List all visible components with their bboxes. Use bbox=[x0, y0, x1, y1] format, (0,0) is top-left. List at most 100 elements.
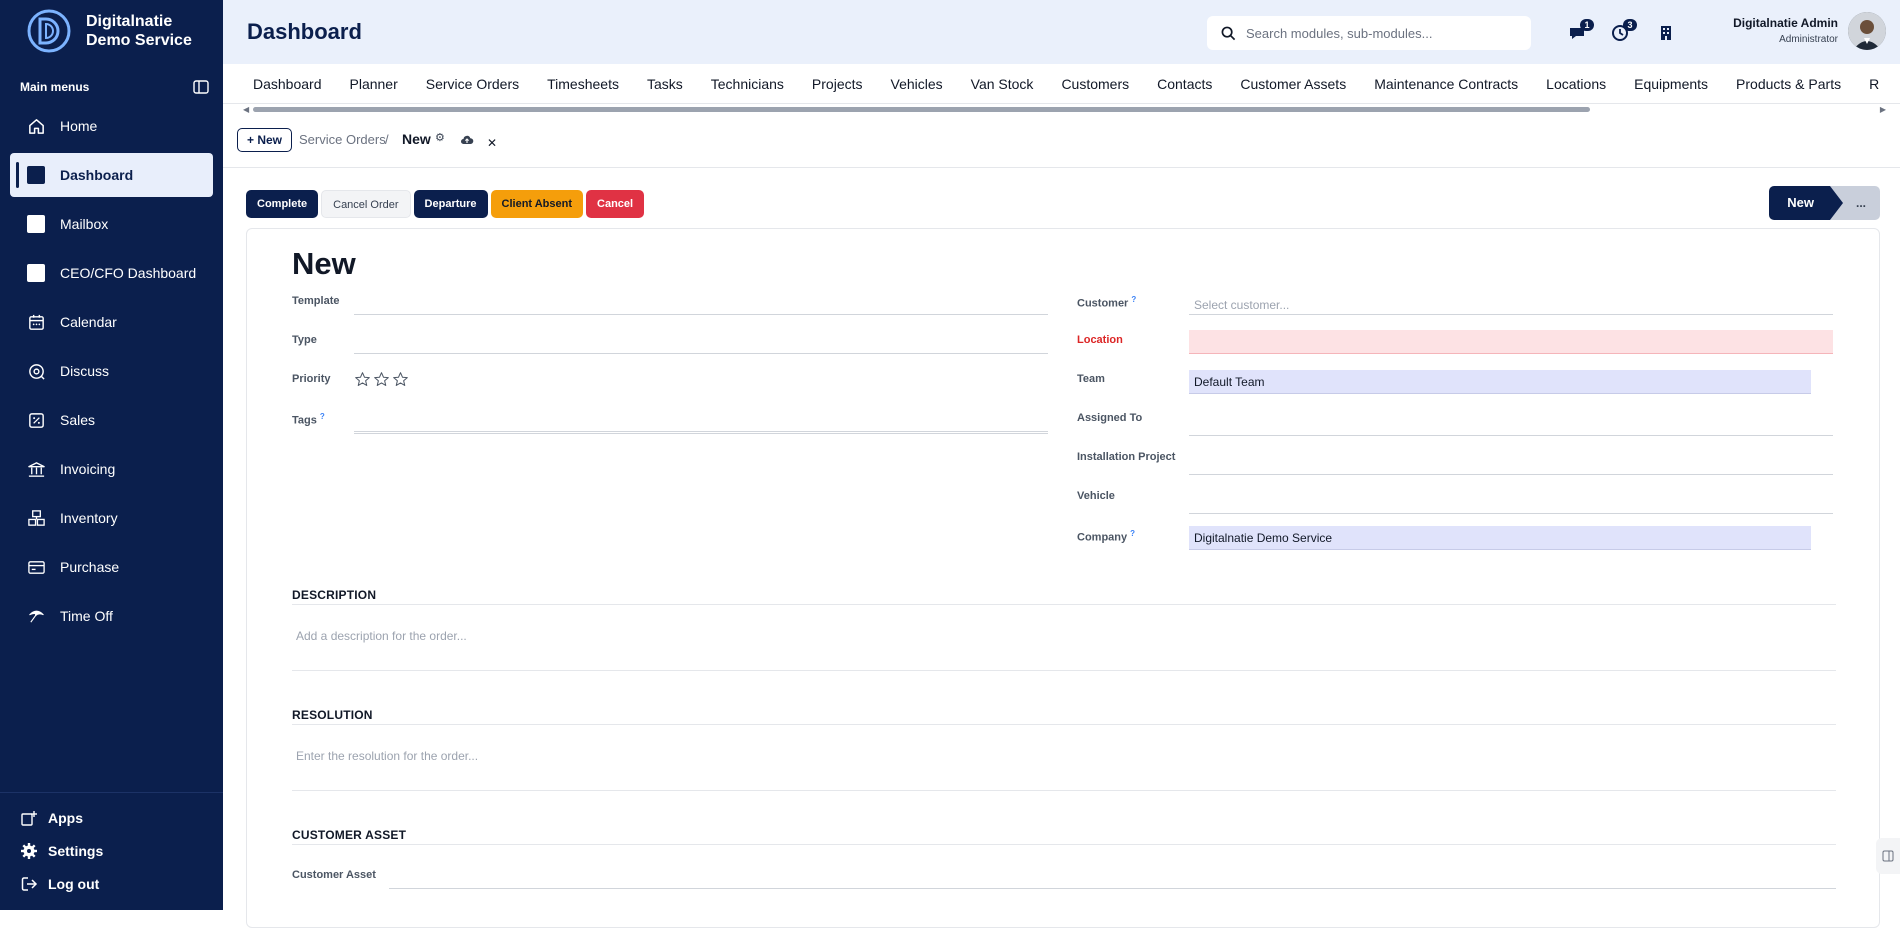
tags-label: Tags? bbox=[292, 412, 325, 427]
sidebar-item-label: Purchase bbox=[60, 559, 120, 575]
tab-vehicles[interactable]: Vehicles bbox=[877, 64, 957, 103]
sidebar-item-ceo-cfo-dashboard[interactable]: CEO/CFO Dashboard bbox=[10, 251, 213, 295]
resolution-input[interactable]: Enter the resolution for the order... bbox=[292, 731, 1836, 791]
inventory-icon bbox=[26, 508, 46, 528]
sidebar-item-mailbox[interactable]: Mailbox bbox=[10, 202, 213, 246]
departure-button[interactable]: Departure bbox=[413, 190, 488, 218]
tab-service-orders[interactable]: Service Orders bbox=[412, 64, 533, 103]
user-name: Digitalnatie Admin bbox=[1733, 16, 1838, 30]
avatar[interactable] bbox=[1848, 12, 1886, 50]
breadcrumb-service-orders[interactable]: Service Orders bbox=[299, 132, 386, 147]
scroll-left-icon[interactable]: ◀ bbox=[243, 105, 249, 114]
search-box[interactable] bbox=[1207, 16, 1531, 50]
type-label: Type bbox=[292, 334, 317, 346]
discard-icon[interactable]: ✕ bbox=[487, 136, 497, 150]
tab-customers[interactable]: Customers bbox=[1047, 64, 1143, 103]
cloud-save-icon[interactable] bbox=[460, 133, 474, 147]
customer-asset-input[interactable] bbox=[389, 865, 1836, 889]
star-icon[interactable] bbox=[354, 371, 371, 388]
search-icon bbox=[1221, 26, 1236, 40]
assigned-to-label: Assigned To bbox=[1077, 412, 1143, 424]
help-icon: ? bbox=[1131, 295, 1137, 304]
installation-project-field: Installation Project bbox=[1077, 447, 1837, 475]
company-label: Company? bbox=[1077, 529, 1136, 544]
tab-r[interactable]: R bbox=[1855, 64, 1893, 103]
company-input[interactable]: Digitalnatie Demo Service bbox=[1189, 526, 1811, 550]
scroll-right-icon[interactable]: ▶ bbox=[1880, 105, 1886, 114]
tab-planner[interactable]: Planner bbox=[336, 64, 412, 103]
tab-van-stock[interactable]: Van Stock bbox=[957, 64, 1048, 103]
sidebar-item-purchase[interactable]: Purchase bbox=[10, 545, 213, 589]
description-input[interactable]: Add a description for the order... bbox=[292, 611, 1836, 671]
customer-input[interactable]: Select customer... bbox=[1189, 291, 1833, 315]
star-icon[interactable] bbox=[373, 371, 390, 388]
sidebar-item-home[interactable]: Home bbox=[10, 104, 213, 148]
company-logo-icon bbox=[27, 9, 71, 53]
tab-contacts[interactable]: Contacts bbox=[1143, 64, 1226, 103]
sidebar-item-label: Invoicing bbox=[60, 461, 116, 477]
help-icon: ? bbox=[1130, 529, 1136, 538]
customer-asset-field: Customer Asset bbox=[292, 865, 1836, 889]
client-absent-button[interactable]: Client Absent bbox=[490, 190, 584, 218]
tab-technicians[interactable]: Technicians bbox=[697, 64, 798, 103]
new-record-button[interactable]: + New bbox=[237, 128, 293, 152]
team-input[interactable]: Default Team bbox=[1189, 370, 1811, 394]
tab-locations[interactable]: Locations bbox=[1532, 64, 1620, 103]
sidebar: Digitalnatie Demo Service Main menus Hom… bbox=[0, 0, 223, 910]
record-title[interactable]: New bbox=[292, 246, 356, 282]
complete-button[interactable]: Complete bbox=[246, 190, 319, 218]
cancel-order-button[interactable]: Cancel Order bbox=[321, 190, 411, 218]
sidebar-item-label: Inventory bbox=[60, 510, 118, 526]
search-input[interactable] bbox=[1246, 25, 1516, 41]
location-input[interactable] bbox=[1189, 330, 1833, 354]
star-icon[interactable] bbox=[392, 371, 409, 388]
tab-customer-assets[interactable]: Customer Assets bbox=[1226, 64, 1360, 103]
sidebar-nav: Home Dashboard Mailbox CEO/CFO Dashboard… bbox=[0, 104, 223, 638]
tab-tasks[interactable]: Tasks bbox=[633, 64, 697, 103]
sidebar-item-discuss[interactable]: Discuss bbox=[10, 349, 213, 393]
scrollbar-thumb[interactable] bbox=[253, 107, 1590, 112]
apps-link[interactable]: Apps bbox=[0, 801, 223, 834]
settings-link[interactable]: Settings bbox=[0, 834, 223, 867]
messages-button[interactable]: 1 bbox=[1564, 19, 1594, 45]
location-field: Location bbox=[1077, 330, 1837, 354]
cancel-button[interactable]: Cancel bbox=[586, 190, 645, 218]
installation-project-label: Installation Project bbox=[1077, 451, 1176, 463]
tab-timesheets[interactable]: Timesheets bbox=[533, 64, 633, 103]
sidebar-item-calendar[interactable]: Calendar bbox=[10, 300, 213, 344]
brand[interactable]: Digitalnatie Demo Service bbox=[0, 0, 223, 62]
tags-input[interactable] bbox=[354, 410, 1048, 434]
tab-equipments[interactable]: Equipments bbox=[1620, 64, 1722, 103]
vehicle-input[interactable] bbox=[1189, 490, 1833, 514]
gear-icon[interactable]: ⚙ bbox=[435, 131, 445, 144]
company-switcher-button[interactable] bbox=[1653, 21, 1679, 45]
tab-products-parts[interactable]: Products & Parts bbox=[1722, 64, 1855, 103]
user-menu[interactable]: Digitalnatie Admin Administrator bbox=[1733, 16, 1838, 45]
sidebar-item-invoicing[interactable]: Invoicing bbox=[10, 447, 213, 491]
calendar-icon bbox=[26, 312, 46, 332]
logout-link[interactable]: Log out bbox=[0, 867, 223, 900]
tabs-scrollbar[interactable]: ◀ ▶ bbox=[223, 105, 1900, 115]
square-icon bbox=[26, 263, 46, 283]
bank-icon bbox=[26, 459, 46, 479]
team-label: Team bbox=[1077, 373, 1105, 385]
template-field: Template bbox=[292, 291, 1052, 315]
installation-project-input[interactable] bbox=[1189, 451, 1833, 475]
sidebar-item-inventory[interactable]: Inventory bbox=[10, 496, 213, 540]
sidebar-item-dashboard[interactable]: Dashboard bbox=[10, 153, 213, 197]
description-divider bbox=[292, 604, 1836, 605]
tab-dashboard[interactable]: Dashboard bbox=[223, 64, 336, 103]
tab-projects[interactable]: Projects bbox=[798, 64, 877, 103]
template-input[interactable] bbox=[354, 291, 1048, 315]
logout-label: Log out bbox=[48, 875, 100, 892]
sidebar-collapse-icon[interactable] bbox=[193, 80, 209, 94]
assigned-to-input[interactable] bbox=[1189, 412, 1833, 436]
activities-button[interactable]: 3 bbox=[1607, 19, 1637, 45]
sidebar-item-time-off[interactable]: Time Off bbox=[10, 594, 213, 638]
sidebar-item-sales[interactable]: Sales bbox=[10, 398, 213, 442]
square-icon bbox=[26, 165, 46, 185]
type-input[interactable] bbox=[354, 330, 1048, 354]
status-new[interactable]: New bbox=[1769, 186, 1843, 220]
tab-maintenance-contracts[interactable]: Maintenance Contracts bbox=[1360, 64, 1532, 103]
chatter-toggle[interactable] bbox=[1876, 838, 1900, 874]
